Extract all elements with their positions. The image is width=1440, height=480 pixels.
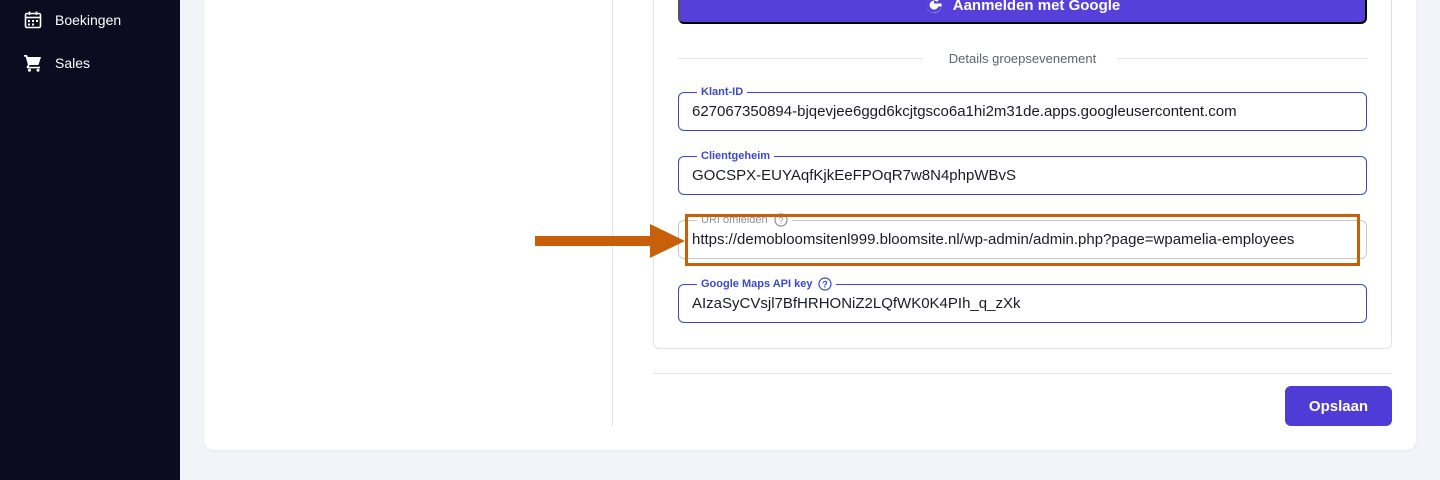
maps-api-key-input[interactable]: [692, 285, 1362, 322]
sidebar-item-label: Boekingen: [55, 12, 122, 28]
client-secret-input[interactable]: [692, 157, 1362, 194]
sidebar-item-label: Sales: [55, 55, 91, 71]
annotation-highlight-box: [685, 214, 1360, 266]
annotation-arrow-icon: [535, 224, 685, 258]
sidebar-item-boekingen[interactable]: Boekingen: [22, 9, 121, 31]
google-signin-button[interactable]: Aanmelden met Google: [678, 0, 1367, 24]
column-divider: [612, 0, 613, 426]
footer-divider: [653, 373, 1392, 374]
calendar-icon: [22, 9, 44, 31]
client-id-field[interactable]: Klant-ID: [678, 85, 1367, 131]
section-title: Details groepsevenement: [948, 51, 1097, 66]
client-id-input[interactable]: [692, 93, 1362, 130]
cart-icon: [22, 52, 44, 74]
google-signin-label: Aanmelden met Google: [952, 0, 1121, 14]
sidebar-item-sales[interactable]: Sales: [22, 52, 90, 74]
google-icon: [925, 0, 943, 14]
sidebar: Boekingen Sales: [0, 0, 180, 480]
client-secret-field[interactable]: Clientgeheim: [678, 149, 1367, 195]
maps-api-key-field[interactable]: Google Maps API key ?: [678, 277, 1367, 323]
save-button[interactable]: Opslaan: [1285, 386, 1392, 426]
